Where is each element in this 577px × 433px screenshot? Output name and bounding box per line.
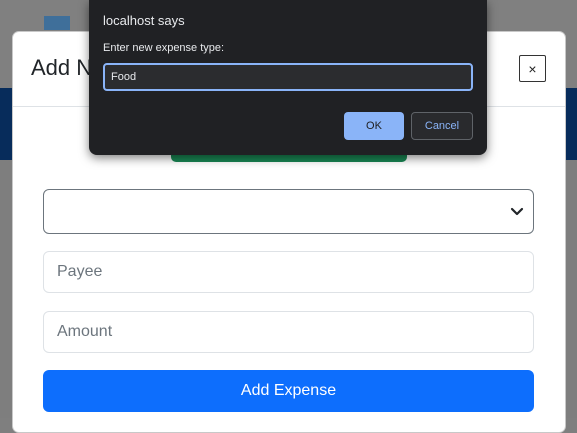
close-button[interactable]: × xyxy=(519,55,546,82)
amount-placeholder: Amount xyxy=(57,323,113,340)
prompt-input-value: Food xyxy=(111,71,137,83)
prompt-message: Enter new expense type: xyxy=(103,42,225,54)
payee-placeholder: Payee xyxy=(57,263,103,280)
expense-type-select[interactable] xyxy=(43,189,534,234)
close-icon: × xyxy=(528,60,537,77)
ok-button[interactable]: OK xyxy=(344,112,404,140)
cancel-button[interactable]: Cancel xyxy=(411,112,473,140)
logo xyxy=(44,16,70,30)
prompt-title: localhost says xyxy=(103,13,185,28)
add-expense-button[interactable]: Add Expense xyxy=(43,370,534,412)
amount-input[interactable]: Amount xyxy=(43,311,534,353)
prompt-input[interactable]: Food xyxy=(103,63,473,91)
browser-prompt-dialog: localhost says Enter new expense type: F… xyxy=(89,0,487,155)
chevron-down-icon xyxy=(510,207,524,216)
payee-input[interactable]: Payee xyxy=(43,251,534,293)
